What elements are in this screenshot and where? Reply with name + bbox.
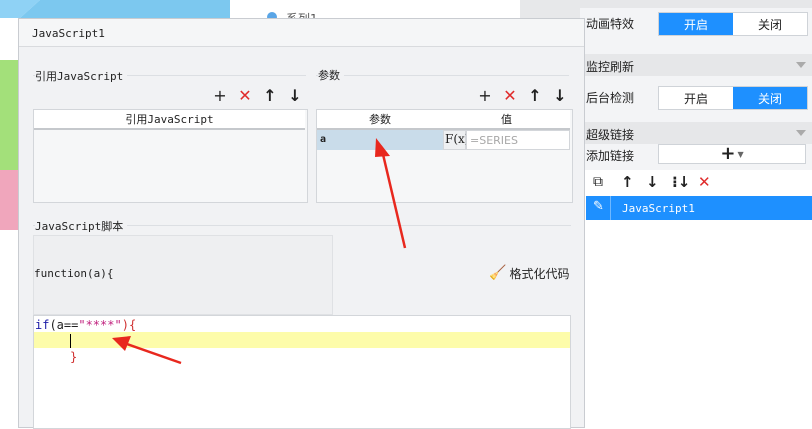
annotation-arrow-code — [112, 336, 182, 365]
annotation-layer — [112, 138, 407, 365]
annotation-arrow-param — [375, 138, 407, 249]
